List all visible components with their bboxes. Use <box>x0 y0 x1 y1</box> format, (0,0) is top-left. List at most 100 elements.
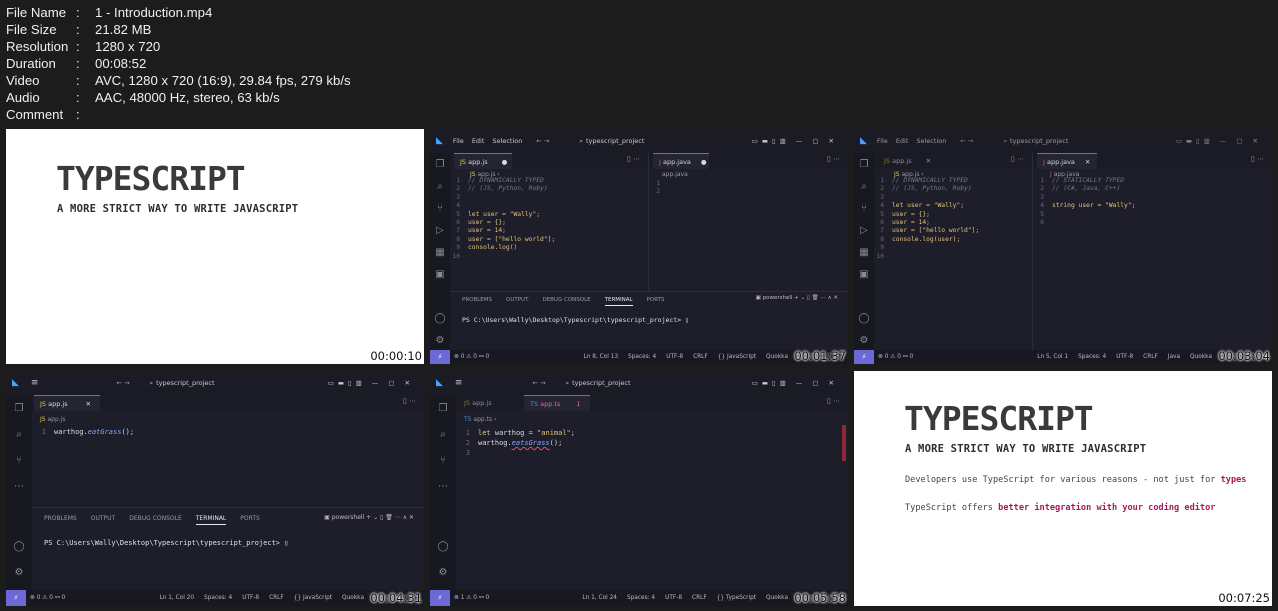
panel-tab[interactable]: PORTS <box>647 297 665 306</box>
split-editor-icon[interactable]: ▯ ⋯ <box>827 155 840 163</box>
split-editor-icon[interactable]: ▯ ⋯ <box>1251 155 1264 163</box>
terminal-controls[interactable]: ▣ powershell + ⌄ ▯ 🗑 ⋯ ∧ ✕ <box>324 514 414 521</box>
cursor-position[interactable]: Ln 1, Col 20 <box>159 595 194 601</box>
panel-tab-terminal[interactable]: TERMINAL <box>604 297 633 306</box>
indentation[interactable]: Spaces: 4 <box>627 595 655 601</box>
source-control-icon[interactable]: ⑂ <box>437 455 449 467</box>
search-icon[interactable]: ⌕ <box>579 137 583 146</box>
source-control-icon[interactable]: ⑂ <box>13 455 25 467</box>
thumbnail-5[interactable]: ◣ ≡ ← → ⌕ typescript_project ▭▬▯▥ — ▢ ✕ … <box>430 371 848 606</box>
hamburger-menu-icon[interactable]: ≡ <box>455 378 463 388</box>
split-editor-icon[interactable]: ▯ ⋯ <box>1011 155 1024 163</box>
split-editor-icon[interactable]: ▯ ⋯ <box>827 397 840 405</box>
encoding[interactable]: UTF-8 <box>1116 354 1133 360</box>
panel-tab-terminal[interactable]: TERMINAL <box>195 515 227 525</box>
explorer-icon[interactable]: ❐ <box>13 403 25 415</box>
remote-indicator-icon[interactable]: ⚡ <box>854 350 874 364</box>
terminal-prompt[interactable]: PS C:\Users\Wally\Desktop\Typescript\typ… <box>44 539 288 547</box>
panel-tab[interactable]: OUTPUT <box>91 515 115 525</box>
nav-arrows-icon[interactable]: ← → <box>532 379 545 387</box>
tab-app-js[interactable]: JS app.js ✕ <box>878 153 936 169</box>
explorer-icon[interactable]: ❐ <box>858 159 870 171</box>
problems-indicator[interactable]: ⊗ 0 ⚠ 0 ⚯ 0 <box>454 354 489 360</box>
remote-indicator-icon[interactable]: ⚡ <box>430 350 450 364</box>
command-search[interactable]: typescript_project <box>1010 137 1068 145</box>
code-editor[interactable]: 1 warthog. eatGrass (); <box>38 428 134 436</box>
remote-icon[interactable]: ▣ <box>858 269 870 281</box>
more-icon[interactable]: ⋯ <box>13 481 25 493</box>
run-debug-icon[interactable]: ▷ <box>434 225 446 237</box>
search-icon[interactable]: ⌕ <box>565 379 569 388</box>
language-mode[interactable]: {} JavaScript <box>294 595 332 601</box>
run-debug-icon[interactable]: ▷ <box>858 225 870 237</box>
gear-icon[interactable]: ⚙ <box>13 567 25 579</box>
explorer-icon[interactable]: ❐ <box>434 159 446 171</box>
thumbnail-6[interactable]: TYPESCRIPT A MORE STRICT WAY TO WRITE JA… <box>854 371 1272 606</box>
encoding[interactable]: UTF-8 <box>242 595 259 601</box>
search-icon[interactable]: ⌕ <box>858 181 870 193</box>
layout-icons[interactable]: ▭▬▯▥ — ▢ ✕ <box>328 379 414 387</box>
panel-tab[interactable]: PROBLEMS <box>44 515 77 525</box>
explorer-icon[interactable]: ❐ <box>437 403 449 415</box>
line-ending[interactable]: CRLF <box>269 595 284 601</box>
close-icon[interactable]: ✕ <box>1085 158 1090 166</box>
terminal-controls[interactable]: ▣ powershell + ⌄ ▯ 🗑 ⋯ ∧ ✕ <box>756 295 838 301</box>
split-editor-icon[interactable]: ▯ ⋯ <box>627 155 640 163</box>
panel-divider[interactable] <box>450 291 848 292</box>
line-ending[interactable]: CRLF <box>692 595 707 601</box>
tab-app-js[interactable]: JS app.js ✕ <box>34 395 100 411</box>
cursor-position[interactable]: Ln 5, Col 1 <box>1037 354 1068 360</box>
quokka-status[interactable]: Quokka <box>342 595 364 601</box>
remote-indicator-icon[interactable]: ⚡ <box>6 590 26 606</box>
thumbnail-3[interactable]: ◣ File Edit Selection ← → ⌕ typescript_p… <box>854 129 1272 364</box>
command-search[interactable]: typescript_project <box>572 379 630 387</box>
language-mode[interactable]: {} TypeScript <box>717 595 756 601</box>
search-icon[interactable]: ⌕ <box>437 429 449 441</box>
source-control-icon[interactable]: ⑂ <box>858 203 870 215</box>
code-editor-right[interactable]: 1// STATICALLY TYPED 2// (C#, Java, C++)… <box>1036 177 1135 227</box>
problems-indicator[interactable]: ⊗ 0 ⚠ 0 ⚯ 0 <box>30 595 65 601</box>
editor-split-divider[interactable] <box>648 153 649 291</box>
more-icon[interactable]: ⋯ <box>437 481 449 493</box>
panel-divider[interactable] <box>32 507 424 508</box>
cursor-position[interactable]: Ln 8, Col 13 <box>583 354 618 360</box>
menu-edit[interactable]: Edit <box>472 137 485 145</box>
account-icon[interactable]: ◯ <box>437 541 449 553</box>
search-icon[interactable]: ⌕ <box>434 181 446 193</box>
layout-icons[interactable]: ▭▬▯▥ — ▢ ✕ <box>752 379 838 387</box>
tab-app-java[interactable]: J app.java ✕ <box>1037 153 1097 169</box>
command-search[interactable]: typescript_project <box>156 379 214 387</box>
line-ending[interactable]: CRLF <box>1143 354 1158 360</box>
panel-tab[interactable]: PROBLEMS <box>462 297 492 306</box>
indentation[interactable]: Spaces: 4 <box>1078 354 1106 360</box>
encoding[interactable]: UTF-8 <box>665 595 682 601</box>
tab-app-ts[interactable]: TS app.ts 1 <box>524 395 590 411</box>
scrollbar-error-marker[interactable] <box>842 425 846 461</box>
quokka-status[interactable]: Quokka <box>1190 354 1212 360</box>
thumbnail-2[interactable]: ◣ File Edit Selection ← → ⌕ typescript_p… <box>430 129 848 364</box>
close-icon[interactable]: ✕ <box>926 157 931 165</box>
editor-split-divider[interactable] <box>1032 153 1033 350</box>
extensions-icon[interactable]: ▦ <box>434 247 446 259</box>
code-editor-left[interactable]: 1// DYNAMICALLY TYPED 2// (JS, Python, R… <box>876 177 979 261</box>
menu-edit[interactable]: Edit <box>896 137 909 145</box>
tab-app-js[interactable]: JS app.js ● <box>454 153 512 169</box>
menu-selection[interactable]: Selection <box>492 137 522 145</box>
split-editor-icon[interactable]: ▯ ⋯ <box>403 397 416 405</box>
remote-icon[interactable]: ▣ <box>434 269 446 281</box>
nav-arrows-icon[interactable]: ← → <box>960 137 973 145</box>
line-ending[interactable]: CRLF <box>693 354 708 360</box>
code-editor[interactable]: 1 let warthog = "animal"; 2 warthog. eatsGr… <box>462 428 575 458</box>
command-search[interactable]: typescript_project <box>586 137 644 145</box>
search-icon[interactable]: ⌕ <box>1003 137 1007 146</box>
gear-icon[interactable]: ⚙ <box>437 567 449 579</box>
problems-indicator[interactable]: ⊗ 0 ⚠ 0 ⚯ 0 <box>878 354 913 360</box>
search-icon[interactable]: ⌕ <box>149 379 153 388</box>
quokka-status[interactable]: Quokka <box>766 595 788 601</box>
indentation[interactable]: Spaces: 4 <box>628 354 656 360</box>
account-icon[interactable]: ◯ <box>434 313 446 325</box>
language-mode[interactable]: {} JavaScript <box>718 354 756 360</box>
nav-arrows-icon[interactable]: ← → <box>536 137 549 145</box>
menu-file[interactable]: File <box>453 137 464 145</box>
hamburger-menu-icon[interactable]: ≡ <box>31 378 39 388</box>
